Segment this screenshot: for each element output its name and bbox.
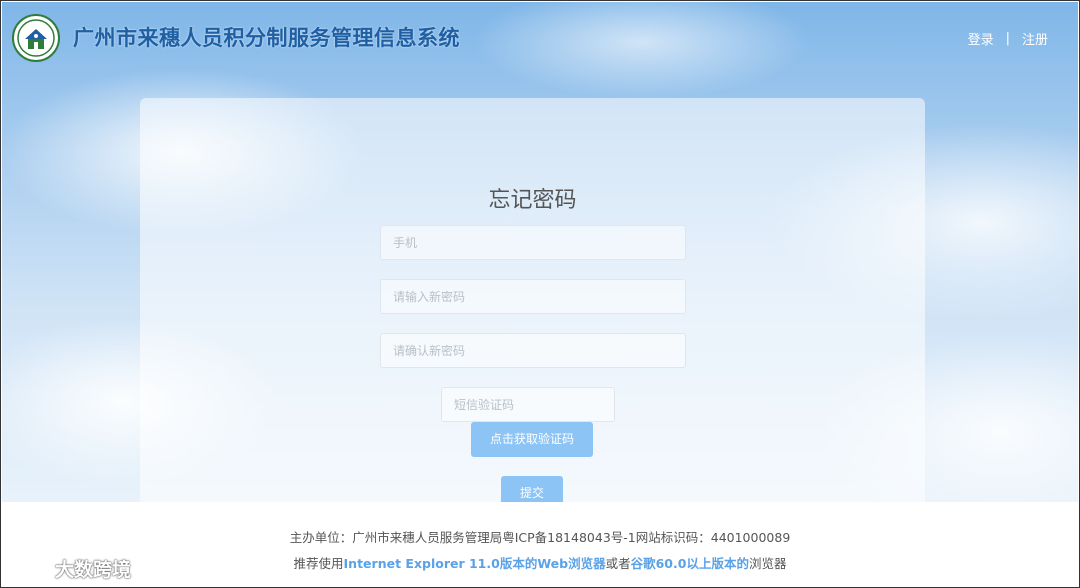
phone-input[interactable] [380,225,686,260]
footer-sponsor-text: 主办单位：广州市来穗人员服务管理局粤ICP备18148043号-1网站标识码：4… [289,530,791,545]
top-links: 登录 | 注册 [968,29,1048,48]
new-password-input[interactable] [380,279,686,314]
ie-browser-link[interactable]: Internet Explorer 11.0版本的Web浏览器 [344,556,606,571]
site-title: 广州市来穗人员积分制服务管理信息系统 [73,26,460,50]
footer-text-recommend: 推荐使用 [293,556,344,571]
get-sms-code-button[interactable]: 点击获取验证码 [471,422,593,457]
sms-code-input[interactable] [441,387,615,422]
chrome-browser-link[interactable]: 谷歌60.0以上版本的 [631,556,749,571]
footer-text-browser: 浏览器 [748,556,787,571]
link-separator: | [1005,31,1010,46]
watermark-text: 大数跨境 [55,559,132,581]
footer: 主办单位：广州市来穗人员服务管理局粤ICP备18148043号-1网站标识码：4… [2,502,1078,587]
watermark: 大数跨境 [11,555,131,582]
footer-text-or: 或者 [605,556,631,571]
footer-browser-recommendation: 推荐使用Internet Explorer 11.0版本的Web浏览器或者谷歌6… [2,553,1078,572]
forgot-password-card: 忘记密码 点击获取验证码 提交 [140,98,925,518]
confirm-password-input[interactable] [380,333,686,368]
header: 广州市来穗人员积分制服务管理信息系统 登录 | 注册 [2,2,1078,72]
form-title: 忘记密码 [488,188,577,213]
site-logo-icon [12,14,60,62]
register-link[interactable]: 注册 [1022,29,1048,48]
watermark-logo-icon [11,559,49,576]
login-link[interactable]: 登录 [968,29,994,48]
